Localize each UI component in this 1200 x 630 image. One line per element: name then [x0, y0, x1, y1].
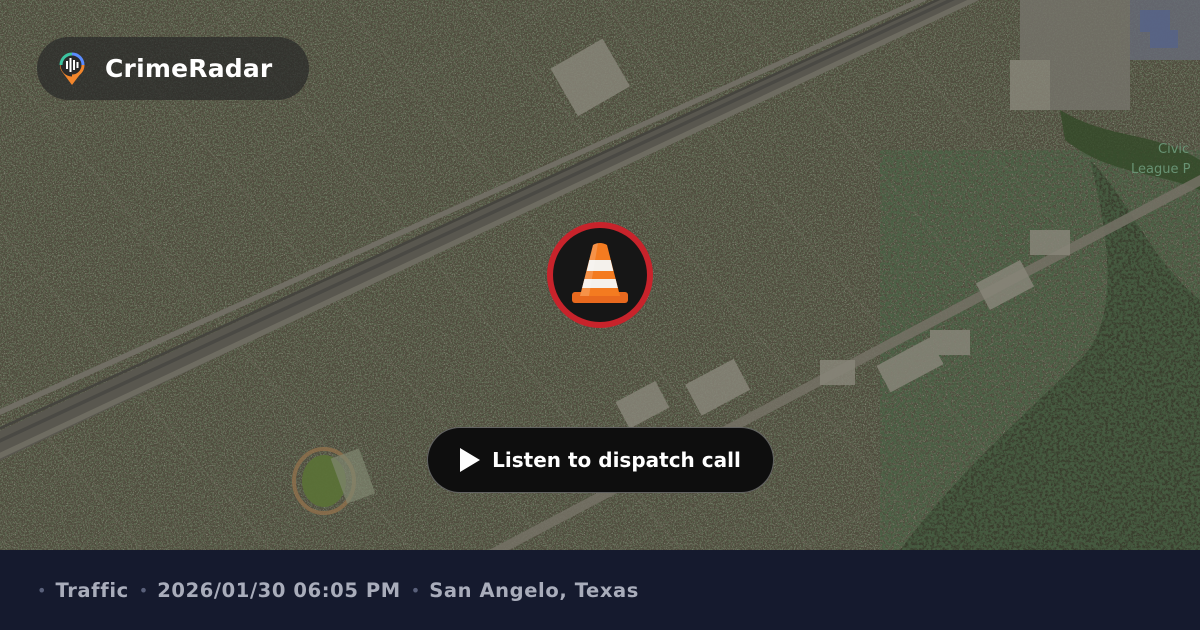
- separator-dot: •: [410, 580, 421, 600]
- traffic-cone-icon: [572, 243, 628, 303]
- incident-location: San Angelo, Texas: [429, 578, 640, 602]
- listen-dispatch-button[interactable]: Listen to dispatch call: [427, 427, 774, 493]
- incident-datetime: 2026/01/30 06:05 PM: [157, 578, 401, 602]
- incident-info-bar: • Traffic • 2026/01/30 06:05 PM • San An…: [0, 550, 1200, 630]
- brand-name: CrimeRadar: [105, 54, 273, 83]
- radar-pin-icon: [57, 52, 87, 86]
- listen-dispatch-label: Listen to dispatch call: [492, 448, 741, 472]
- brand-pill[interactable]: CrimeRadar: [37, 37, 309, 100]
- incident-category: Traffic: [55, 578, 129, 602]
- incident-marker[interactable]: [547, 222, 653, 328]
- page: Civic League P CrimeRadar Listen to disp…: [0, 0, 1200, 630]
- separator-dot: •: [138, 580, 149, 600]
- separator-dot: •: [37, 580, 47, 600]
- play-icon: [460, 448, 481, 472]
